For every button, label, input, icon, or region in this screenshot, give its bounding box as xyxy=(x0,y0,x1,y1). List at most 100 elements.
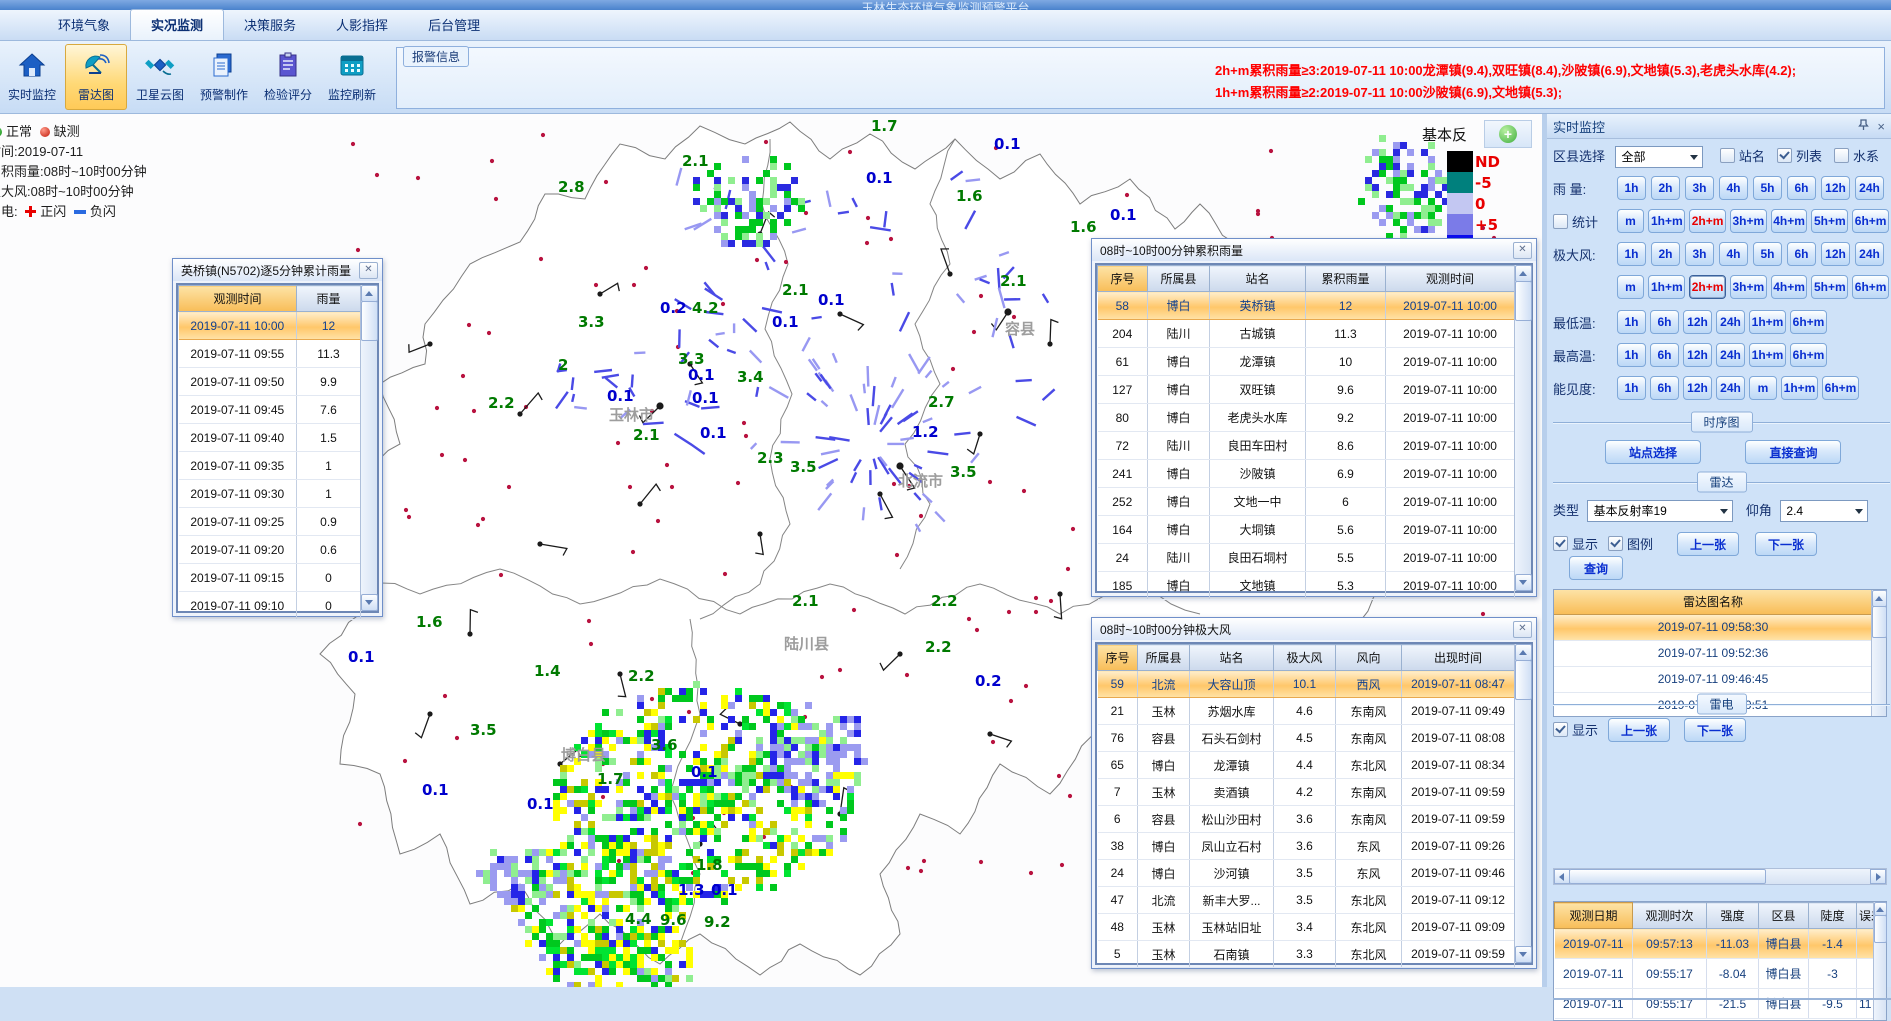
column-header-所属县[interactable]: 所属县 xyxy=(1148,266,1210,292)
toolbar-button-2[interactable]: 雷达图 xyxy=(65,44,127,110)
period-button-1h[interactable]: 1h xyxy=(1617,242,1646,266)
period-button-6h[interactable]: 6h xyxy=(1650,310,1679,334)
period-button-2h[interactable]: 2h xyxy=(1651,176,1680,200)
radar-elev-select[interactable]: 2.4 xyxy=(1780,500,1868,522)
period-button-5h[interactable]: 5h xyxy=(1753,176,1782,200)
period-button-1h[interactable]: 1h xyxy=(1617,310,1646,334)
period-button-1h[interactable]: 1h xyxy=(1617,176,1646,200)
table-row[interactable]: 2019-07-11 09:200.6 xyxy=(179,536,361,564)
scroll-down-icon[interactable] xyxy=(361,594,378,611)
period-button-6h+m[interactable]: 6h+m xyxy=(1852,209,1889,233)
table-row[interactable]: 24陆川良田石垌村5.52019-07-11 10:00 xyxy=(1098,544,1515,572)
period-button-2h+m[interactable]: 2h+m xyxy=(1689,275,1726,299)
scroll-down-icon[interactable] xyxy=(1515,574,1532,591)
district-checkbox-水系[interactable]: 水系 xyxy=(1834,148,1879,165)
table-row[interactable]: 7玉林卖酒镇4.2东南风2019-07-11 09:59 xyxy=(1098,779,1515,806)
table-row[interactable]: 2019-07-11 10:0012 xyxy=(179,312,361,340)
period-button-12h[interactable]: 12h xyxy=(1821,242,1850,266)
table-row[interactable]: 2019-07-11 09:250.9 xyxy=(179,508,361,536)
query-button[interactable]: 查询 xyxy=(1569,556,1623,580)
table-row[interactable]: 24博白沙河镇3.5东风2019-07-11 09:46 xyxy=(1098,860,1515,887)
period-button-2h+m[interactable]: 2h+m xyxy=(1689,209,1726,233)
table-row[interactable]: 2019-07-1109:57:13-11.03博白县-1.4 xyxy=(1555,929,1874,959)
toolbar-button-6[interactable]: 监控刷新 xyxy=(321,44,383,110)
menu-tab-1[interactable]: 环境气象 xyxy=(38,10,130,40)
scroll-up-icon[interactable] xyxy=(361,285,378,302)
next-flash-button[interactable]: 下一张 xyxy=(1684,718,1746,742)
menu-tab-2[interactable]: 实况监测 xyxy=(130,9,224,40)
horizontal-scrollbar[interactable] xyxy=(1553,868,1887,885)
column-header-站名[interactable]: 站名 xyxy=(1210,266,1306,292)
table-row[interactable]: 59北流大容山顶10.1西风2019-07-11 08:47 xyxy=(1098,671,1515,698)
table-row[interactable]: 185博白文地镇5.32019-07-11 10:00 xyxy=(1098,572,1515,600)
lightning-show-checkbox[interactable]: 显示 xyxy=(1553,722,1598,739)
table-row[interactable]: 2019-07-11 09:301 xyxy=(179,480,361,508)
scroll-up-icon[interactable] xyxy=(1515,644,1532,661)
table-row[interactable]: 5玉林石南镇3.3东北风2019-07-11 09:59 xyxy=(1098,941,1515,968)
radar-type-select[interactable]: 基本反射率19 xyxy=(1587,500,1733,522)
period-button-1h+m[interactable]: 1h+m xyxy=(1648,275,1685,299)
period-button-3h+m[interactable]: 3h+m xyxy=(1730,209,1767,233)
period-button-24h[interactable]: 24h xyxy=(1855,242,1884,266)
toolbar-button-1[interactable]: 实时监控 xyxy=(1,44,63,110)
radar-图例-checkbox[interactable]: 图例 xyxy=(1608,536,1653,553)
period-button-1h+m[interactable]: 1h+m xyxy=(1781,376,1818,400)
radar-map[interactable]: 1.72.12.81.61.62.11.42.72.83.53.324.22.1… xyxy=(0,114,1542,987)
radar-list-item[interactable]: 2019-07-11 09:52:36 xyxy=(1554,641,1872,667)
table-row[interactable]: 2019-07-11 09:100 xyxy=(179,592,361,620)
table-row[interactable]: 48玉林玉林站旧址3.4东北风2019-07-11 09:09 xyxy=(1098,914,1515,941)
menu-tab-3[interactable]: 决策服务 xyxy=(224,10,316,40)
zoom-in-button[interactable]: + xyxy=(1484,120,1532,148)
period-button-4h+m[interactable]: 4h+m xyxy=(1771,275,1808,299)
toolbar-button-5[interactable]: 检验评分 xyxy=(257,44,319,110)
column-header-观测时间[interactable]: 观测时间 xyxy=(1386,266,1515,292)
table-row[interactable]: 127博白双旺镇9.62019-07-11 10:00 xyxy=(1098,376,1515,404)
period-button-5h+m[interactable]: 5h+m xyxy=(1811,209,1848,233)
table-row[interactable]: 2019-07-11 09:150 xyxy=(179,564,361,592)
table-row[interactable]: 6容县松山沙田村3.6东南风2019-07-11 09:59 xyxy=(1098,806,1515,833)
table-row[interactable]: 61博白龙潭镇102019-07-11 10:00 xyxy=(1098,348,1515,376)
table-row[interactable]: 241博白沙陂镇6.92019-07-11 10:00 xyxy=(1098,460,1515,488)
panel-titlebar[interactable]: 08时~10时00分钟累积雨量 ✕ xyxy=(1092,239,1536,261)
period-button-3h+m[interactable]: 3h+m xyxy=(1730,275,1767,299)
column-header-陡度[interactable]: 陡度 xyxy=(1809,903,1857,929)
period-button-24h[interactable]: 24h xyxy=(1855,176,1884,200)
period-button-3h[interactable]: 3h xyxy=(1685,176,1714,200)
table-row[interactable]: 164博白大垌镇5.62019-07-11 10:00 xyxy=(1098,516,1515,544)
table-row[interactable]: 204陆川古城镇11.32019-07-11 10:00 xyxy=(1098,320,1515,348)
column-header-出现时间[interactable]: 出现时间 xyxy=(1402,645,1515,671)
period-button-m[interactable]: m xyxy=(1617,209,1645,233)
period-button-1h[interactable]: 1h xyxy=(1617,343,1646,367)
period-button-4h+m[interactable]: 4h+m xyxy=(1771,209,1808,233)
scroll-right-icon[interactable] xyxy=(1870,869,1886,884)
period-button-12h[interactable]: 12h xyxy=(1821,176,1850,200)
column-header-区县[interactable]: 区县 xyxy=(1759,903,1809,929)
period-button-6h[interactable]: 6h xyxy=(1650,376,1679,400)
table-row[interactable]: 38博白凤山立石村3.6东风2019-07-11 09:26 xyxy=(1098,833,1515,860)
period-button-6h[interactable]: 6h xyxy=(1787,242,1816,266)
district-checkbox-站名[interactable]: 站名 xyxy=(1720,148,1765,165)
period-button-1h+m[interactable]: 1h+m xyxy=(1648,209,1685,233)
toolbar-button-4[interactable]: 预警制作 xyxy=(193,44,255,110)
table-row[interactable]: 72陆川良田车田村8.62019-07-11 10:00 xyxy=(1098,432,1515,460)
menu-tab-5[interactable]: 后台管理 xyxy=(408,10,500,40)
scroll-up-icon[interactable] xyxy=(1515,265,1532,282)
scrollbar[interactable] xyxy=(360,285,377,611)
table-row[interactable]: 58博白英桥镇122019-07-11 10:00 xyxy=(1098,292,1515,320)
scroll-down-icon[interactable] xyxy=(1515,946,1532,963)
scroll-left-icon[interactable] xyxy=(1554,869,1570,884)
stats-checkbox[interactable] xyxy=(1553,214,1568,229)
period-button-1h+m[interactable]: 1h+m xyxy=(1749,343,1786,367)
scrollbar[interactable] xyxy=(1873,902,1886,1020)
toolbar-button-3[interactable]: 卫星云图 xyxy=(129,44,191,110)
scroll-thumb[interactable] xyxy=(361,301,378,341)
table-row[interactable]: 2019-07-1109:55:17-21.5博白县-9.511 xyxy=(1555,989,1874,1019)
table-row[interactable]: 2019-07-11 09:351 xyxy=(179,452,361,480)
next-image-button[interactable]: 下一张 xyxy=(1755,532,1817,556)
checkbox-icon[interactable] xyxy=(1553,536,1568,551)
checkbox-icon[interactable] xyxy=(1553,722,1568,737)
column-header-误差[interactable]: 误差 xyxy=(1857,903,1874,929)
column-header-观测时间[interactable]: 观测时间 xyxy=(179,286,297,312)
column-header-极大风[interactable]: 极大风 xyxy=(1274,645,1336,671)
scrollbar[interactable] xyxy=(1514,265,1531,591)
